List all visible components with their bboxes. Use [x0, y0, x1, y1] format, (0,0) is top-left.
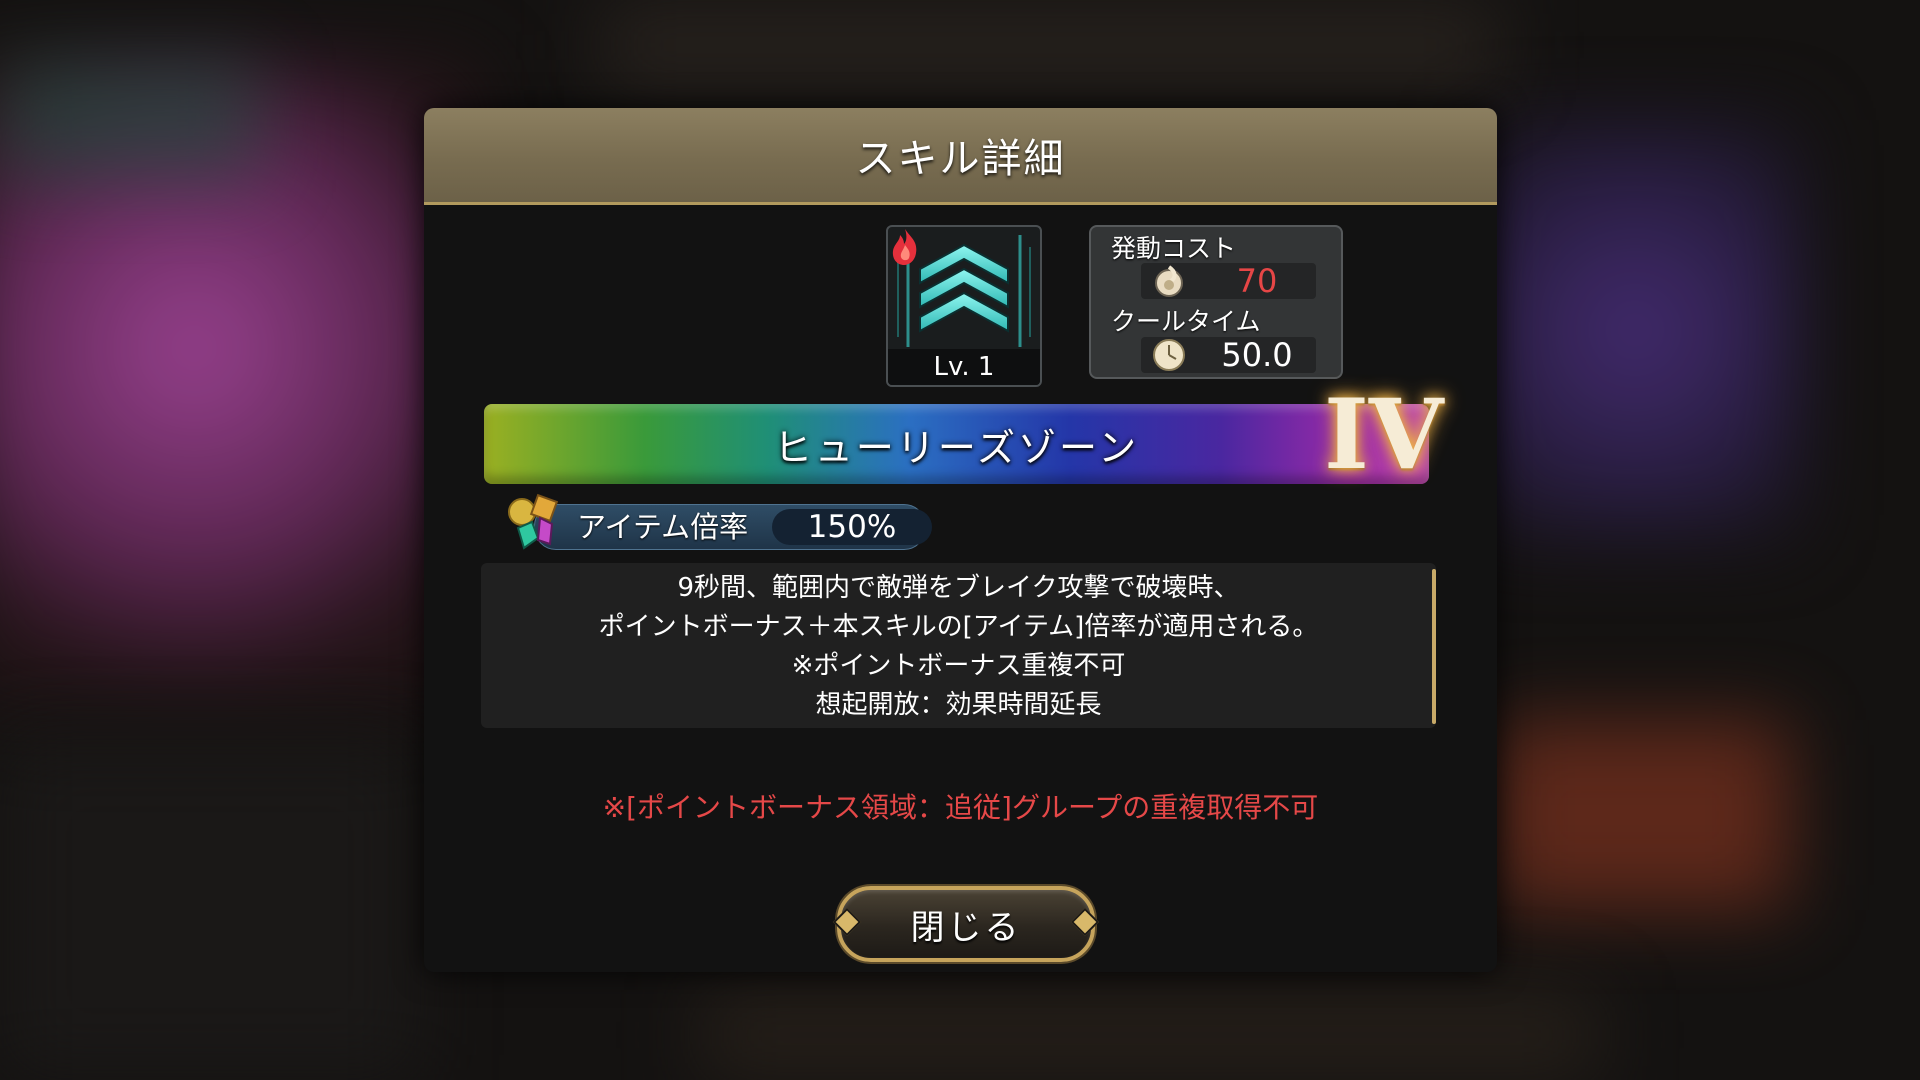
skill-level-label: Lv. 1 [888, 349, 1040, 385]
activation-cost-value: 70 [1236, 262, 1278, 300]
activation-cost-label: 発動コスト [1111, 234, 1237, 263]
item-multiplier-value: 150% [807, 509, 897, 545]
item-multiplier-label: アイテム倍率 [577, 510, 749, 544]
description-line-1: 9秒間、範囲内で敵弾をブレイク攻撃で破壊時、 [677, 573, 1240, 603]
skill-rank-badge: IV [1324, 378, 1444, 491]
diamond-ornament-icon [832, 907, 862, 937]
item-multiplier-row: アイテム倍率 150% [504, 493, 932, 550]
dialog-title: スキル詳細 [855, 136, 1066, 182]
cooltime-value: 50.0 [1221, 336, 1293, 374]
cost-panel: 発動コスト 70 クールタイム 50.0 [1089, 225, 1343, 379]
fire-element-icon [892, 229, 917, 265]
close-button-label: 閉じる [910, 907, 1022, 948]
skill-icon: Lv. 1 [886, 225, 1042, 387]
item-multiplier-pill: アイテム倍率 150% [534, 504, 932, 550]
activation-cost-box: 70 [1141, 263, 1316, 299]
duplicate-warning: ※[ポイントボーナス領域：追従]グループの重複取得不可 [602, 791, 1319, 824]
description-line-2: ポイントボーナス＋本スキルの[アイテム]倍率が適用される。 [598, 612, 1319, 642]
close-button[interactable]: 閉じる [832, 886, 1100, 962]
cooltime-label: クールタイム [1111, 307, 1261, 336]
skill-detail-dialog: スキル詳細 Lv. 1 発動コスト 70 クールタイム 50.0 ヒューリーズゾ… [424, 108, 1497, 972]
diamond-ornament-icon [1070, 907, 1100, 937]
dialog-header: スキル詳細 [424, 108, 1497, 205]
description-line-4: 想起開放：効果時間延長 [815, 690, 1102, 720]
item-multiplier-value-box: 150% [772, 509, 932, 545]
cost-orb-icon [1155, 265, 1183, 297]
skill-name: ヒューリーズゾーン [773, 425, 1140, 470]
clock-icon [1153, 339, 1185, 371]
skill-name-banner: ヒューリーズゾーン [484, 404, 1429, 484]
skill-description: 9秒間、範囲内で敵弾をブレイク攻撃で破壊時、 ポイントボーナス＋本スキルの[アイ… [481, 563, 1436, 728]
description-scrollbar[interactable] [1432, 569, 1436, 724]
cooltime-box: 50.0 [1141, 337, 1316, 373]
gem-coin-icon [508, 493, 559, 550]
description-line-3: ※ポイントボーナス重複不可 [791, 651, 1126, 681]
